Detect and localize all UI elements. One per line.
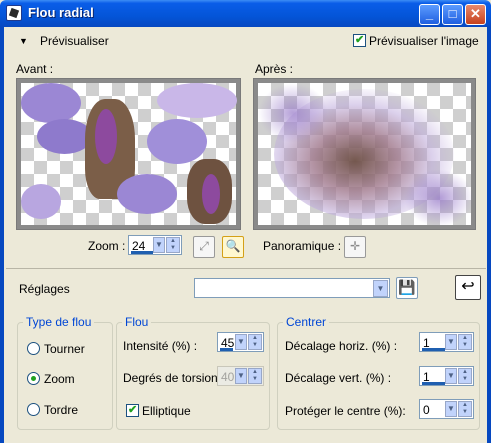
radio-tordre[interactable]: [27, 403, 40, 416]
radio-tordre-label[interactable]: Tordre: [44, 403, 78, 417]
zoom-label: Zoom :: [88, 239, 126, 253]
dropdown-arrow-icon: ▼: [235, 368, 247, 384]
twist-degrees-spinner: 40 ▼ ▲ ▼: [217, 366, 264, 386]
spin-arrows-icon: ▲ ▼: [248, 368, 262, 384]
h-offset-spinner[interactable]: 1 ▼ ▲ ▼: [419, 332, 474, 352]
save-preset-icon[interactable]: 💾: [396, 277, 418, 299]
dropdown-arrow-icon[interactable]: ▼: [445, 401, 457, 417]
collapse-chevron-icon[interactable]: ▼: [19, 36, 28, 46]
radio-zoom[interactable]: [27, 372, 40, 385]
h-offset-label: Décalage horiz. (%) :: [285, 339, 398, 353]
twist-degrees-value: 40: [221, 370, 235, 384]
ribbon-shape: [95, 109, 117, 164]
radio-tourner-label[interactable]: Tourner: [44, 342, 85, 356]
protect-center-spinner[interactable]: 0 ▼ ▲ ▼: [419, 399, 474, 419]
window-frame-left: [0, 27, 4, 443]
elliptical-checkbox[interactable]: ✔: [126, 404, 139, 417]
window-title: Flou radial: [28, 5, 94, 20]
spin-arrows-icon[interactable]: ▲ ▼: [166, 237, 180, 253]
checkmark-icon: ✔: [355, 34, 365, 46]
spin-arrows-icon[interactable]: ▲ ▼: [248, 334, 262, 350]
blur-streak: [404, 169, 474, 227]
radio-tourner[interactable]: [27, 342, 40, 355]
flower-cluster: [147, 119, 207, 164]
dropdown-arrow-icon[interactable]: ▼: [445, 368, 457, 384]
preview-image-label: Prévisualiser l'image: [369, 34, 479, 48]
dropdown-arrow-icon[interactable]: ▼: [373, 280, 388, 297]
intensity-spinner[interactable]: 45 ▼ ▲ ▼: [217, 332, 264, 352]
maximize-button[interactable]: □: [442, 4, 463, 25]
flower-cluster: [117, 174, 177, 214]
radio-selected-dot: [31, 376, 36, 381]
twist-degrees-label: Degrés de torsion :: [123, 371, 225, 385]
pan-label: Panoramique :: [263, 239, 342, 253]
fit-to-window-icon[interactable]: ⤢: [193, 236, 215, 258]
blur-streak: [258, 83, 328, 143]
flower-cluster: [37, 119, 92, 154]
v-offset-label: Décalage vert. (%) :: [285, 371, 392, 385]
flower-cluster: [21, 184, 61, 219]
spin-arrows-icon[interactable]: ▲ ▼: [458, 368, 472, 384]
v-offset-spinner[interactable]: 1 ▼ ▲ ▼: [419, 366, 474, 386]
dropdown-arrow-icon[interactable]: ▼: [235, 334, 247, 350]
close-button[interactable]: ✕: [465, 4, 486, 25]
blur-title: Flou: [122, 315, 152, 329]
intensity-slider-bar[interactable]: [220, 348, 233, 351]
radio-zoom-label[interactable]: Zoom: [44, 372, 75, 386]
spin-arrows-icon[interactable]: ▲ ▼: [458, 401, 472, 417]
protect-center-value: 0: [423, 403, 430, 417]
pan-crosshair-icon[interactable]: ✛: [344, 236, 366, 258]
protect-center-label: Protéger le centre (%):: [285, 404, 406, 418]
preview-image-checkbox[interactable]: ✔: [353, 34, 366, 47]
flower-cluster: [21, 83, 81, 123]
minimize-button[interactable]: _: [419, 4, 440, 25]
section-divider: [6, 268, 486, 269]
intensity-label: Intensité (%) :: [123, 339, 198, 353]
reset-default-icon[interactable]: ↩: [455, 275, 481, 300]
before-label: Avant :: [16, 62, 54, 76]
app-icon[interactable]: [6, 5, 22, 21]
elliptical-label[interactable]: Elliptique: [142, 404, 191, 418]
dropdown-arrow-icon[interactable]: ▼: [153, 237, 165, 253]
dropdown-arrow-icon[interactable]: ▼: [445, 334, 457, 350]
preset-combobox[interactable]: ▼: [194, 278, 390, 298]
ribbon-shape: [202, 174, 220, 214]
fabric-shape: [157, 83, 237, 118]
window-frame-right: [487, 27, 491, 443]
spin-arrows-icon[interactable]: ▲ ▼: [458, 334, 472, 350]
h-offset-slider-bar[interactable]: [422, 348, 445, 351]
zoom-spinner[interactable]: 24 ▼ ▲ ▼: [128, 235, 182, 255]
after-label: Après :: [255, 62, 294, 76]
settings-label: Réglages: [19, 282, 70, 296]
preview-toggle-label[interactable]: Prévisualiser: [40, 34, 109, 48]
checkmark-icon: ✔: [128, 404, 138, 416]
zoom-slider-bar[interactable]: [131, 251, 153, 254]
after-preview-image[interactable]: [253, 78, 476, 230]
center-title: Centrer: [283, 315, 330, 329]
zoom-actual-size-icon[interactable]: 🔍: [222, 236, 244, 258]
before-preview-image[interactable]: [16, 78, 241, 230]
v-offset-slider-bar[interactable]: [422, 382, 445, 385]
blur-type-title: Type de flou: [23, 315, 95, 329]
